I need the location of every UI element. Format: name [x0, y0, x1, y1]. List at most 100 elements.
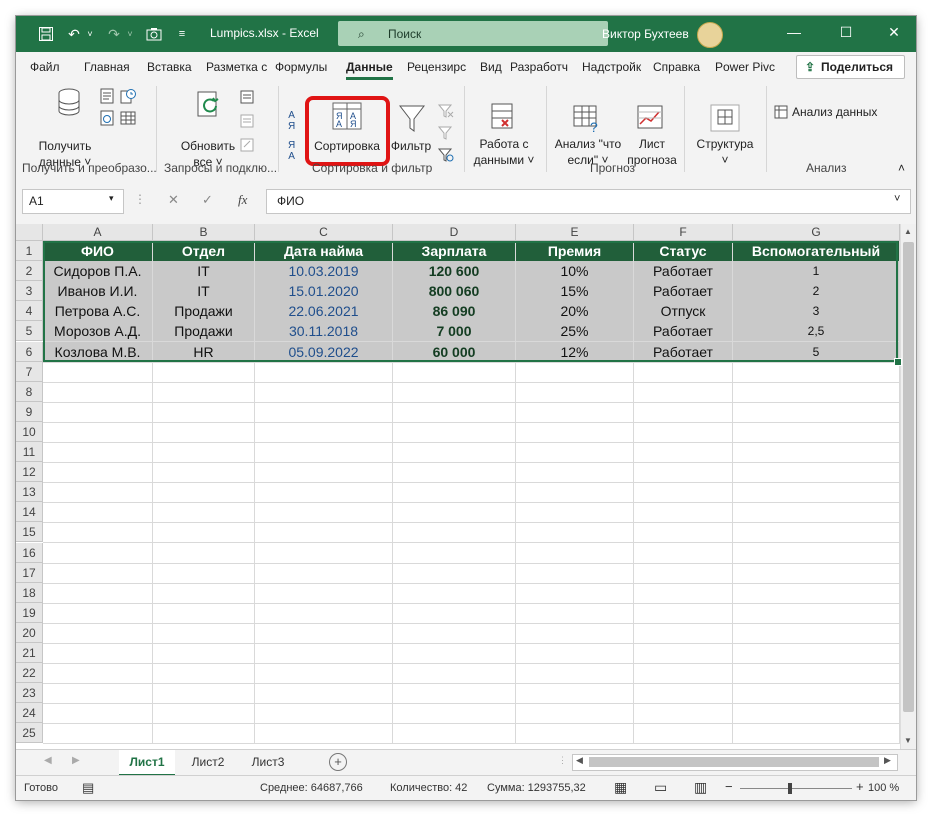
empty-cell[interactable]: [733, 522, 900, 544]
table-cell[interactable]: 25%: [516, 321, 634, 343]
empty-cell[interactable]: [43, 442, 153, 463]
sort-az-icon[interactable]: АЯ: [288, 110, 295, 132]
empty-cell[interactable]: [393, 442, 516, 463]
empty-cell[interactable]: [393, 381, 516, 403]
table-cell[interactable]: Продажи: [153, 321, 255, 343]
table-cell[interactable]: Работает: [634, 321, 733, 343]
empty-cell[interactable]: [516, 542, 634, 564]
column-header[interactable]: G: [733, 224, 900, 241]
cancel-icon[interactable]: ✕: [168, 192, 179, 208]
status-count[interactable]: Количество: 42: [390, 782, 467, 794]
row-header[interactable]: 12: [16, 462, 43, 483]
row-header[interactable]: 3: [16, 281, 43, 302]
empty-cell[interactable]: [255, 602, 393, 624]
row-header[interactable]: 23: [16, 683, 43, 704]
empty-cell[interactable]: [634, 502, 733, 524]
status-average[interactable]: Среднее: 64687,766: [260, 782, 363, 794]
empty-cell[interactable]: [153, 542, 255, 564]
column-header[interactable]: E: [516, 224, 634, 241]
row-header[interactable]: 18: [16, 582, 43, 603]
tab-insert[interactable]: Вставка: [147, 60, 192, 74]
empty-cell[interactable]: [255, 683, 393, 705]
horizontal-scroll-thumb[interactable]: [589, 757, 879, 767]
empty-cell[interactable]: [255, 723, 393, 745]
column-header[interactable]: D: [393, 224, 516, 241]
empty-cell[interactable]: [634, 643, 733, 664]
empty-cell[interactable]: [43, 542, 153, 564]
table-cell[interactable]: HR: [153, 341, 255, 363]
empty-cell[interactable]: [153, 421, 255, 443]
empty-cell[interactable]: [393, 542, 516, 564]
empty-cell[interactable]: [393, 703, 516, 725]
scroll-right-icon[interactable]: ▶: [884, 755, 891, 766]
table-cell[interactable]: Работает: [634, 261, 733, 283]
empty-cell[interactable]: [43, 401, 153, 423]
table-cell[interactable]: 5: [733, 341, 900, 363]
empty-cell[interactable]: [733, 442, 900, 463]
empty-cell[interactable]: [393, 401, 516, 423]
empty-cell[interactable]: [153, 482, 255, 504]
table-header-cell[interactable]: Вспомогательный: [733, 241, 900, 262]
tab-help[interactable]: Справка: [653, 60, 700, 74]
empty-cell[interactable]: [393, 663, 516, 685]
table-cell[interactable]: 120 600: [393, 261, 516, 283]
close-icon[interactable]: ✕: [882, 24, 906, 41]
empty-cell[interactable]: [43, 622, 153, 644]
empty-cell[interactable]: [255, 562, 393, 584]
empty-cell[interactable]: [516, 502, 634, 524]
empty-cell[interactable]: [634, 562, 733, 584]
empty-cell[interactable]: [255, 482, 393, 504]
page-layout-view-icon[interactable]: ▭: [654, 779, 667, 796]
table-cell[interactable]: 05.09.2022: [255, 341, 393, 363]
expand-formula-icon[interactable]: ˅: [894, 193, 900, 205]
table-cell[interactable]: 10.03.2019: [255, 261, 393, 283]
empty-cell[interactable]: [153, 622, 255, 644]
empty-cell[interactable]: [393, 683, 516, 705]
from-text-icon[interactable]: [100, 88, 114, 104]
empty-cell[interactable]: [634, 622, 733, 644]
empty-cell[interactable]: [43, 562, 153, 584]
vertical-scrollbar[interactable]: ▲ ▼: [900, 224, 916, 749]
table-cell[interactable]: Продажи: [153, 301, 255, 323]
row-header[interactable]: 2: [16, 261, 43, 282]
insert-function-icon[interactable]: fx: [238, 192, 247, 208]
tab-split-icon[interactable]: ⋮: [558, 755, 567, 766]
table-cell[interactable]: Иванов И.И.: [43, 281, 153, 303]
empty-cell[interactable]: [255, 522, 393, 544]
empty-cell[interactable]: [43, 582, 153, 604]
empty-cell[interactable]: [43, 602, 153, 624]
table-cell[interactable]: Работает: [634, 341, 733, 363]
table-cell[interactable]: 60 000: [393, 341, 516, 363]
empty-cell[interactable]: [516, 602, 634, 624]
empty-cell[interactable]: [634, 522, 733, 544]
empty-cell[interactable]: [516, 462, 634, 484]
empty-cell[interactable]: [153, 683, 255, 705]
table-cell[interactable]: 3: [733, 301, 900, 323]
table-header-cell[interactable]: Дата найма: [255, 241, 393, 262]
empty-cell[interactable]: [634, 542, 733, 564]
empty-cell[interactable]: [634, 381, 733, 403]
sheet-tab-1[interactable]: Лист1: [119, 750, 175, 776]
table-cell[interactable]: 15%: [516, 281, 634, 303]
empty-cell[interactable]: [634, 723, 733, 745]
formula-input[interactable]: ФИО ˅: [266, 189, 911, 214]
empty-cell[interactable]: [516, 562, 634, 584]
empty-cell[interactable]: [393, 421, 516, 443]
empty-cell[interactable]: [153, 643, 255, 664]
empty-cell[interactable]: [516, 703, 634, 725]
row-header[interactable]: 7: [16, 361, 43, 382]
empty-cell[interactable]: [153, 502, 255, 524]
row-header[interactable]: 21: [16, 643, 43, 663]
tab-developer[interactable]: Разработч: [510, 60, 568, 74]
empty-cell[interactable]: [153, 442, 255, 463]
empty-cell[interactable]: [733, 421, 900, 443]
empty-cell[interactable]: [255, 462, 393, 484]
zoom-level[interactable]: 100 %: [868, 782, 899, 794]
empty-cell[interactable]: [733, 622, 900, 644]
empty-cell[interactable]: [733, 683, 900, 705]
select-all-corner[interactable]: [16, 224, 43, 241]
from-table-icon[interactable]: [120, 110, 136, 126]
empty-cell[interactable]: [43, 462, 153, 484]
empty-cell[interactable]: [733, 401, 900, 423]
zoom-out-icon[interactable]: −: [725, 779, 733, 794]
